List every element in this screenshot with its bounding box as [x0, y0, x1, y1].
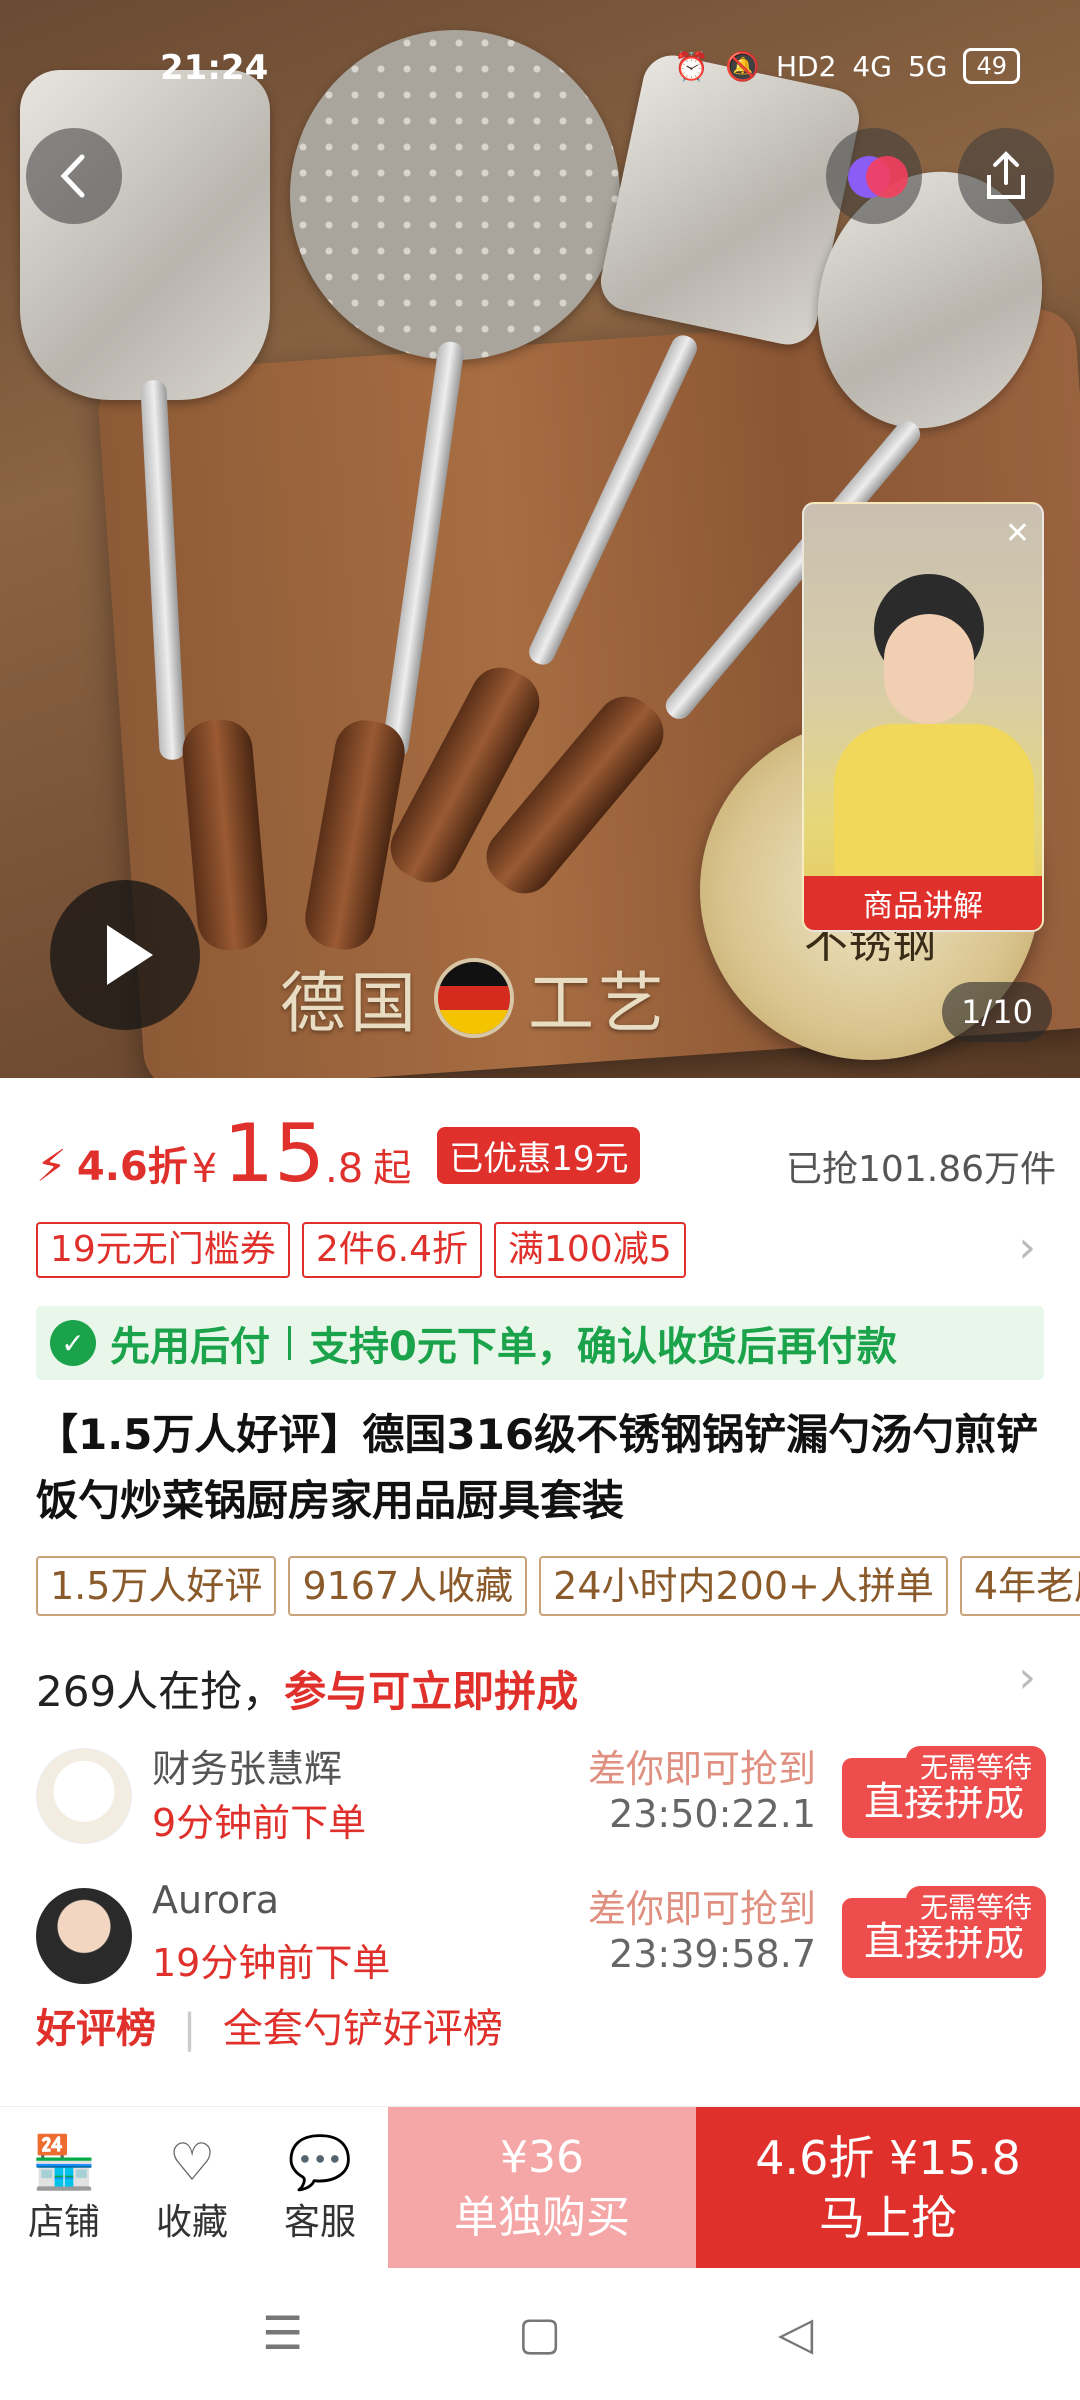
group-buyer-row: Aurora 19分钟前下单 差你即可抢到 23:39:58.7 直接拼成 无需… — [36, 1878, 1046, 1988]
review-rank-label: 好评榜 — [36, 2006, 156, 2052]
german-craft-label: 德国 工艺 — [280, 950, 668, 1046]
buy-single-button[interactable]: ¥36 单独购买 — [388, 2107, 696, 2269]
currency-symbol: ¥ — [191, 1146, 218, 1192]
clock: 21:24 — [160, 48, 269, 88]
group-buy-header[interactable]: 269人在抢，参与可立即拼成 › — [36, 1652, 1056, 1719]
chevron-right-icon[interactable]: › — [1018, 1652, 1036, 1703]
order-time: 19分钟前下单 — [152, 1941, 391, 1985]
home-icon[interactable]: ▢ — [518, 2306, 561, 2360]
signal-4g-icon: 4G — [852, 49, 892, 83]
chat-icon: 💬 — [287, 2133, 353, 2193]
product-title: 【1.5万人好评】德国316级不锈钢锅铲漏勺汤勺煎铲饭勺炒菜锅厨房家用品厨具套装 — [36, 1410, 1039, 1525]
status-bar: 21:24 ⏰ 🔕 HD2 4G 5G 49 — [0, 0, 1080, 140]
chevron-left-icon — [60, 154, 85, 198]
play-video-button[interactable] — [50, 880, 200, 1030]
no-wait-tag: 无需等待 — [905, 1886, 1046, 1926]
partner-logo-button[interactable] — [826, 128, 922, 224]
product-tags: 1.5万人好评 9167人收藏 24小时内200+人拼单 4年老店 — [36, 1556, 1080, 1616]
saved-badge: 已优惠19元 — [437, 1127, 641, 1184]
mute-icon: 🔕 — [725, 49, 760, 83]
share-button[interactable] — [958, 128, 1054, 224]
pay-later-title: 先用后付 — [110, 1324, 270, 1370]
join-group-button[interactable]: 直接拼成 无需等待 — [842, 1886, 1046, 1978]
hd-icon: HD2 — [775, 49, 837, 83]
price-integer: 15 — [223, 1107, 326, 1200]
battery-icon: 49 — [963, 48, 1020, 84]
group-buyer-row: 财务张慧辉 9分钟前下单 差你即可抢到 23:50:22.1 直接拼成 无需等待 — [36, 1738, 1046, 1848]
single-label: 单独购买 — [454, 2192, 630, 2243]
group-cta: 参与可立即拼成 — [284, 1667, 579, 1716]
shop-label: 店铺 — [27, 2202, 100, 2243]
review-rank-text: 全套勺铲好评榜 — [222, 2006, 503, 2052]
shop-icon: 🏪 — [31, 2133, 97, 2193]
share-icon — [987, 151, 1025, 199]
buy-now-price: 4.6折 ¥15.8 — [755, 2131, 1021, 2185]
signal-5g-icon: 5G — [907, 49, 948, 83]
pay-later-banner[interactable]: ✓ 先用后付 支持0元下单，确认收货后再付款 — [36, 1306, 1044, 1380]
price-decimal: .8 — [325, 1146, 364, 1192]
order-time: 9分钟前下单 — [152, 1801, 367, 1845]
sold-count: 已抢101.86万件 — [786, 1149, 1056, 1190]
product-image-carousel[interactable]: 不锈钢 德国 工艺 21:24 ⏰ 🔕 HD2 4G 5G 49 ✕ 商品讲解 — [0, 0, 1080, 1078]
bottom-action-bar: 🏪 店铺 ♡ 收藏 💬 客服 ¥36 单独购买 4.6折 ¥15.8 马上抢 — [0, 2106, 1080, 2269]
favorite-button[interactable]: ♡ 收藏 — [132, 2133, 252, 2245]
coupon-item[interactable]: 满100减5 — [493, 1222, 686, 1278]
divider — [288, 1326, 291, 1360]
pay-later-desc: 支持0元下单，确认收货后再付款 — [309, 1324, 897, 1370]
alarm-icon: ⏰ — [674, 49, 710, 83]
system-nav-bar: ☰ ▢ ◁ — [0, 2268, 1080, 2400]
product-video-card[interactable]: ✕ 商品讲解 — [802, 502, 1044, 932]
buyer-hint: 差你即可抢到 — [587, 1887, 816, 1931]
tag-item: 9167人收藏 — [288, 1556, 528, 1616]
buyer-hint: 差你即可抢到 — [587, 1747, 816, 1791]
service-button[interactable]: 💬 客服 — [260, 2133, 380, 2245]
tag-item: 24小时内200+人拼单 — [539, 1556, 948, 1616]
price-suffix: 起 — [373, 1146, 412, 1190]
favorite-label: 收藏 — [155, 2202, 228, 2243]
shop-button[interactable]: 🏪 店铺 — [4, 2133, 124, 2245]
coupon-item[interactable]: 19元无门槛券 — [36, 1222, 290, 1278]
avatar — [36, 1888, 132, 1984]
review-rank-row[interactable]: 好评榜 | 全套勺铲好评榜 — [36, 1996, 503, 2054]
buy-now-button[interactable]: 4.6折 ¥15.8 马上抢 — [696, 2107, 1080, 2269]
buyer-name: 财务张慧辉 — [152, 1747, 343, 1791]
coupon-item[interactable]: 2件6.4折 — [301, 1222, 482, 1278]
group-count: 269人在抢， — [36, 1667, 285, 1716]
close-icon[interactable]: ✕ — [1005, 516, 1030, 551]
discount-rate: 4.6折 — [76, 1144, 188, 1190]
menu-icon[interactable]: ☰ — [262, 2306, 303, 2360]
heart-icon: ♡ — [168, 2133, 216, 2193]
lightning-icon: ⚡ — [36, 1141, 67, 1192]
countdown: 23:39:58.7 — [609, 1932, 816, 1976]
back-button[interactable] — [26, 128, 122, 224]
presenter-face — [884, 614, 974, 724]
tag-item: 1.5万人好评 — [36, 1556, 277, 1616]
chevron-right-icon[interactable]: › — [1018, 1222, 1036, 1273]
buy-now-label: 马上抢 — [819, 2191, 957, 2245]
divider: | — [182, 2006, 197, 2052]
buyer-name: Aurora — [152, 1878, 280, 1922]
no-wait-tag: 无需等待 — [905, 1746, 1046, 1786]
play-icon — [107, 925, 153, 985]
pay-later-icon: ✓ — [50, 1320, 96, 1366]
countdown: 23:50:22.1 — [609, 1792, 816, 1836]
status-icons: ⏰ 🔕 HD2 4G 5G 49 — [674, 48, 1020, 84]
avatar — [36, 1748, 132, 1844]
single-price: ¥36 — [500, 2132, 584, 2183]
image-counter: 1/10 — [942, 982, 1052, 1042]
service-label: 客服 — [283, 2202, 356, 2243]
join-group-button[interactable]: 直接拼成 无需等待 — [842, 1746, 1046, 1838]
tag-item: 4年老店 — [959, 1556, 1080, 1616]
coupon-row[interactable]: 19元无门槛券 2件6.4折 满100减5 › — [36, 1222, 1056, 1278]
video-label: 商品讲解 — [804, 876, 1042, 930]
logo-dot-icon — [866, 156, 908, 198]
back-nav-icon[interactable]: ◁ — [778, 2306, 813, 2360]
germany-flag-icon — [434, 958, 514, 1038]
price-row: ⚡ 4.6折 ¥ 15 .8 起 已优惠19元 已抢101.86万件 — [36, 1107, 1056, 1200]
